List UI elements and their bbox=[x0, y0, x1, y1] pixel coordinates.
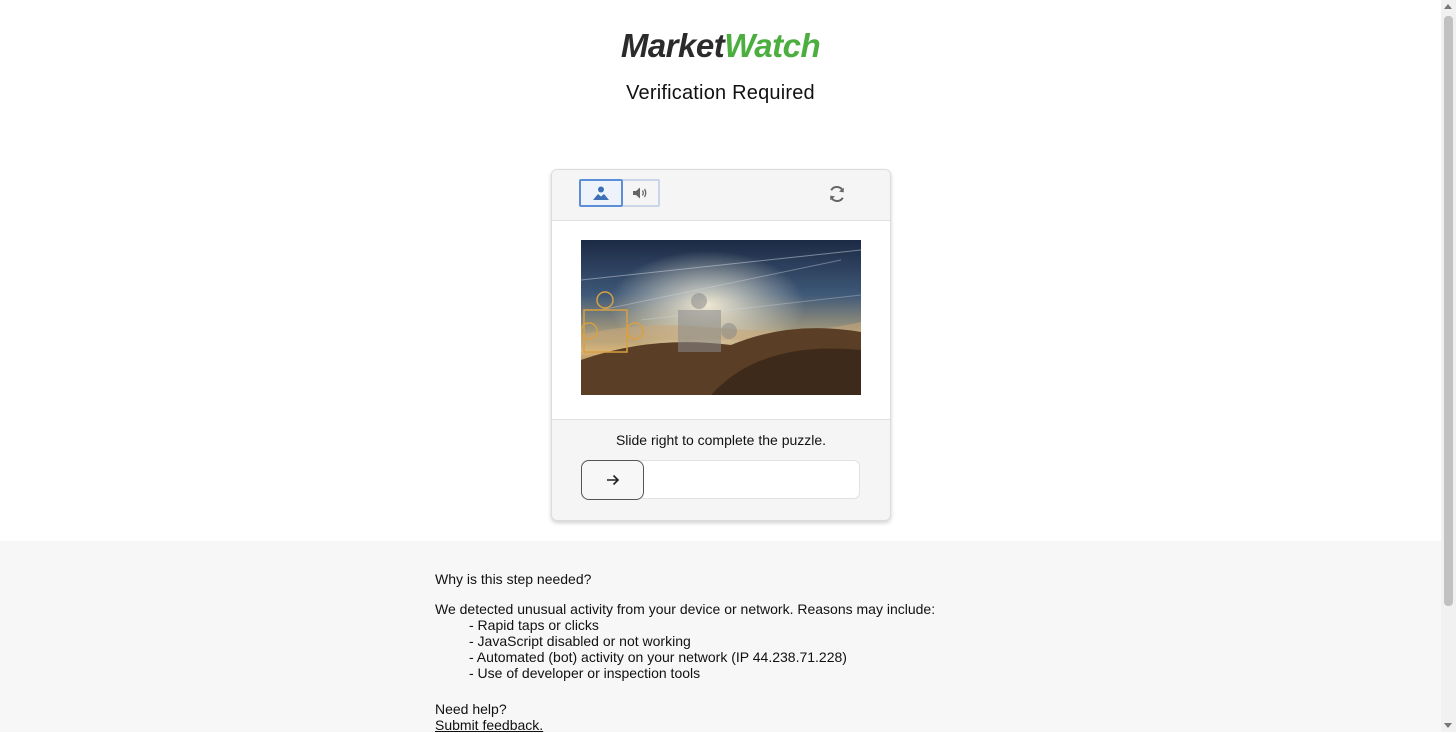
captcha-header bbox=[552, 170, 890, 221]
list-item: - Rapid taps or clicks bbox=[469, 617, 599, 633]
list-item: - JavaScript disabled or not working bbox=[469, 633, 691, 649]
audio-icon bbox=[632, 187, 646, 199]
image-icon bbox=[593, 186, 609, 200]
audio-mode-button[interactable] bbox=[623, 179, 660, 207]
need-help-text: Need help? bbox=[435, 701, 507, 717]
detected-text: We detected unusual activity from your d… bbox=[435, 601, 936, 617]
scroll-up-icon[interactable] bbox=[1444, 4, 1452, 9]
vertical-scrollbar[interactable] bbox=[1441, 0, 1456, 732]
refresh-icon[interactable] bbox=[827, 184, 847, 204]
logo-text-market: Market bbox=[620, 27, 725, 64]
slider-handle[interactable] bbox=[581, 460, 644, 500]
image-mode-button[interactable] bbox=[579, 179, 623, 207]
captcha-image-area bbox=[552, 221, 890, 420]
captcha-card: Slide right to complete the puzzle. bbox=[551, 169, 891, 521]
slider-instruction: Slide right to complete the puzzle. bbox=[615, 432, 827, 448]
reasons-list: - Rapid taps or clicks - JavaScript disa… bbox=[469, 617, 847, 681]
scrollbar-thumb[interactable] bbox=[1444, 16, 1453, 606]
marketwatch-logo: MarketWatch bbox=[0, 24, 1441, 68]
landscape-image bbox=[581, 240, 861, 395]
scroll-down-icon[interactable] bbox=[1444, 723, 1452, 728]
submit-feedback-link[interactable]: Submit feedback. bbox=[435, 717, 543, 733]
logo-text-watch: Watch bbox=[724, 27, 821, 64]
info-section: Why is this step needed? We detected unu… bbox=[0, 541, 1441, 733]
list-item: - Automated (bot) activity on your netwo… bbox=[469, 649, 847, 665]
arrow-right-icon bbox=[606, 474, 619, 486]
why-heading: Why is this step needed? bbox=[435, 571, 592, 587]
puzzle-image bbox=[581, 240, 861, 395]
page-title: Verification Required bbox=[626, 82, 815, 104]
list-item: - Use of developer or inspection tools bbox=[469, 665, 701, 681]
